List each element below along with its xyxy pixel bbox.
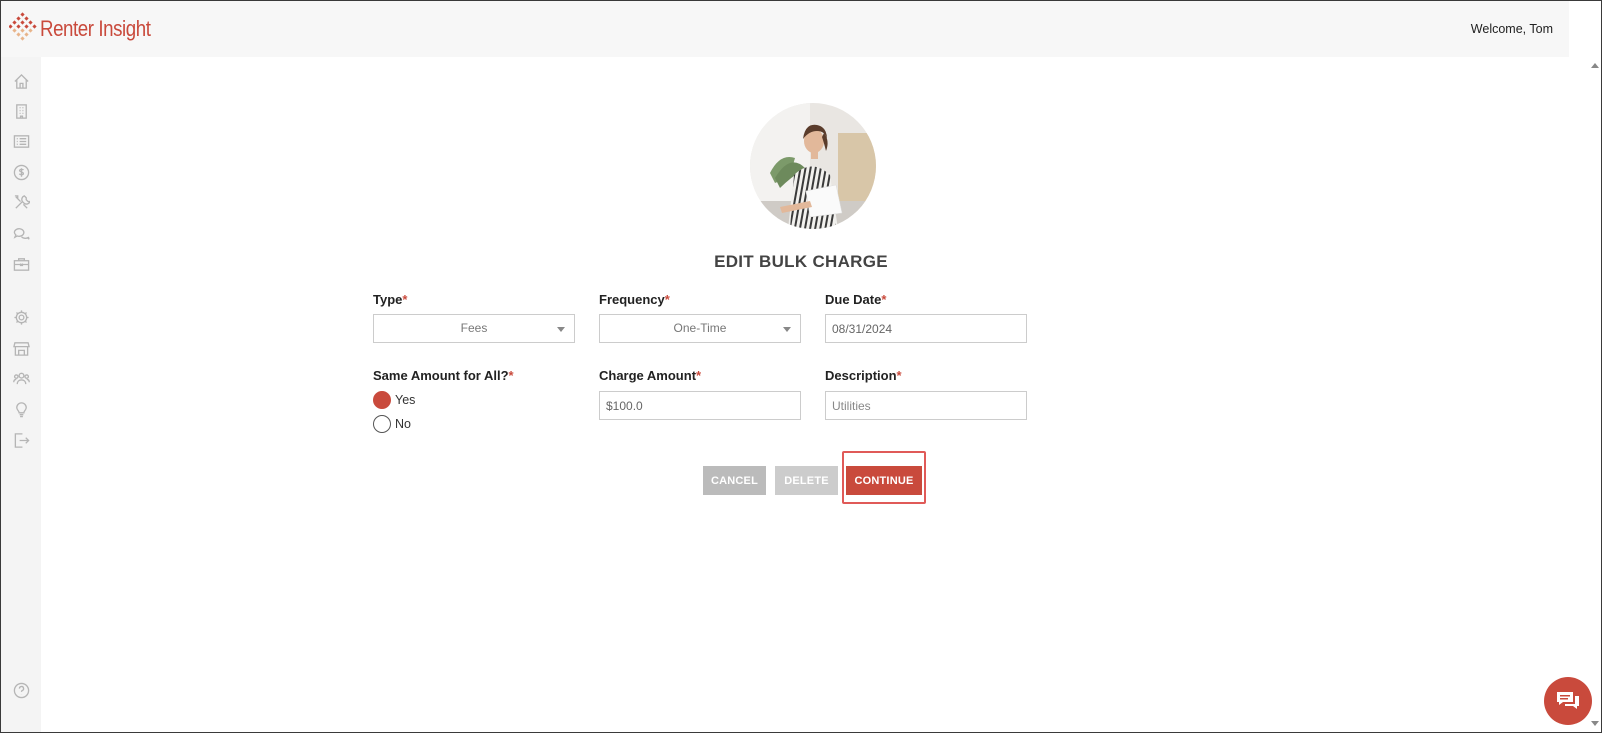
- scroll-up-arrow[interactable]: [1591, 63, 1599, 68]
- users-icon[interactable]: [12, 369, 30, 387]
- logo-icon: [9, 12, 37, 41]
- same-amount-label: Same Amount for All?*: [373, 368, 514, 383]
- gear-icon[interactable]: [12, 308, 30, 326]
- frequency-label: Frequency*: [599, 292, 670, 307]
- charge-amount-label: Charge Amount*: [599, 368, 702, 383]
- charge-amount-input[interactable]: [599, 391, 801, 420]
- top-bar: Renter Insight Welcome, Tom: [1, 1, 1569, 57]
- list-icon[interactable]: [12, 132, 30, 150]
- chat-bubble-icon: [1557, 692, 1579, 709]
- sidebar: [1, 57, 41, 732]
- tools-icon[interactable]: [12, 193, 30, 211]
- radio-no-label: No: [395, 417, 411, 431]
- dollar-icon[interactable]: [12, 163, 30, 181]
- lightbulb-icon[interactable]: [12, 400, 30, 418]
- type-select-value: Fees: [460, 321, 488, 335]
- help-icon[interactable]: [12, 681, 30, 699]
- radio-yes-button[interactable]: [373, 391, 391, 409]
- continue-button[interactable]: CONTINUE: [846, 466, 922, 495]
- chat-icon[interactable]: [12, 224, 30, 242]
- avatar-photo: [750, 103, 876, 229]
- radio-no[interactable]: No: [373, 415, 411, 433]
- due-date-input[interactable]: [825, 314, 1027, 343]
- chevron-down-icon: [783, 327, 791, 332]
- logo[interactable]: Renter Insight: [9, 11, 170, 47]
- page-title: EDIT BULK CHARGE: [714, 252, 888, 271]
- home-icon[interactable]: [12, 72, 30, 90]
- logout-icon[interactable]: [12, 431, 30, 449]
- type-select[interactable]: Fees: [373, 314, 575, 343]
- scroll-down-arrow[interactable]: [1591, 721, 1599, 726]
- logo-text: Renter Insight: [40, 16, 151, 41]
- radio-yes-label: Yes: [395, 393, 416, 407]
- due-date-label: Due Date*: [825, 292, 887, 307]
- avatar: [750, 103, 876, 229]
- description-label: Description*: [825, 368, 902, 383]
- chevron-down-icon: [557, 327, 565, 332]
- building-icon[interactable]: [12, 102, 30, 120]
- scrollbar[interactable]: [1588, 57, 1601, 732]
- cancel-button[interactable]: CANCEL: [703, 466, 766, 495]
- delete-button[interactable]: DELETE: [775, 466, 838, 495]
- radio-no-button[interactable]: [373, 415, 391, 433]
- type-label: Type*: [373, 292, 408, 307]
- description-input[interactable]: [825, 391, 1027, 420]
- welcome-text: Welcome, Tom: [1470, 22, 1553, 36]
- radio-yes[interactable]: Yes: [373, 391, 415, 409]
- frequency-select-value: One-Time: [673, 321, 727, 335]
- chat-widget-button[interactable]: [1544, 677, 1592, 725]
- store-icon[interactable]: [12, 339, 30, 357]
- frequency-select[interactable]: One-Time: [599, 314, 801, 343]
